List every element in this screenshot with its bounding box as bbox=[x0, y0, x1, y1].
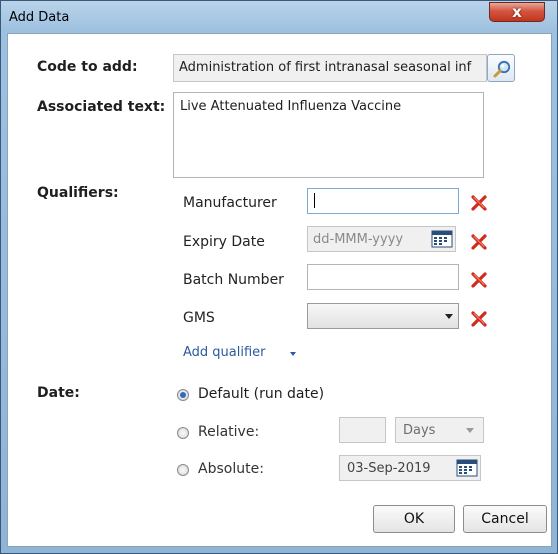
title-bar[interactable]: Add Data x bbox=[1, 1, 557, 33]
magnifier-icon bbox=[493, 60, 511, 78]
code-label: Code to add: bbox=[37, 59, 138, 75]
calendar-icon[interactable] bbox=[431, 229, 453, 249]
absolute-date-value: 03-Sep-2019 bbox=[347, 461, 431, 476]
remove-batch-number-icon[interactable] bbox=[470, 271, 488, 289]
close-icon: x bbox=[512, 3, 522, 21]
close-button[interactable]: x bbox=[489, 2, 545, 22]
expiry-date-placeholder: dd-MMM-yyyy bbox=[313, 232, 404, 247]
code-field[interactable]: Administration of first intranasal seaso… bbox=[173, 54, 487, 82]
manufacturer-input[interactable] bbox=[307, 188, 459, 214]
radio-relative[interactable] bbox=[177, 427, 189, 439]
add-qualifier-link[interactable]: Add qualifier bbox=[183, 345, 266, 360]
window-title: Add Data bbox=[9, 10, 70, 25]
radio-label-default: Default (run date) bbox=[198, 386, 325, 402]
expiry-date-input[interactable]: dd-MMM-yyyy bbox=[307, 226, 456, 252]
chevron-down-icon bbox=[445, 314, 453, 319]
associated-text-label: Associated text: bbox=[37, 99, 166, 115]
qualifier-label-manufacturer: Manufacturer bbox=[183, 195, 277, 211]
text-cursor bbox=[314, 193, 315, 208]
relative-unit-select[interactable]: Days bbox=[395, 417, 484, 443]
add-data-dialog: Add Data x Code to add: Administration o… bbox=[0, 0, 558, 554]
code-value: Administration of first intranasal seaso… bbox=[179, 60, 472, 75]
add-qualifier-chevron-icon[interactable] bbox=[290, 352, 296, 356]
calendar-icon[interactable] bbox=[456, 458, 478, 478]
qualifiers-label: Qualifiers: bbox=[37, 185, 119, 201]
code-lookup-button[interactable] bbox=[487, 54, 515, 82]
qualifier-label-batch-number: Batch Number bbox=[183, 272, 284, 288]
relative-unit-value: Days bbox=[403, 423, 436, 438]
remove-expiry-date-icon[interactable] bbox=[470, 233, 488, 251]
qualifier-label-expiry-date: Expiry Date bbox=[183, 234, 265, 250]
gms-select[interactable] bbox=[307, 303, 459, 329]
associated-text-area[interactable]: Live Attenuated Influenza Vaccine bbox=[173, 92, 484, 178]
radio-label-relative: Relative: bbox=[198, 424, 260, 440]
remove-manufacturer-icon[interactable] bbox=[470, 194, 488, 212]
relative-amount-input[interactable] bbox=[339, 417, 386, 443]
radio-default-run-date[interactable] bbox=[177, 389, 189, 401]
radio-absolute[interactable] bbox=[177, 464, 189, 476]
radio-label-absolute: Absolute: bbox=[198, 461, 264, 477]
chevron-down-icon bbox=[466, 428, 474, 433]
batch-number-input[interactable] bbox=[307, 264, 459, 290]
qualifier-label-gms: GMS bbox=[183, 310, 215, 326]
ok-button[interactable]: OK bbox=[373, 505, 455, 533]
date-label: Date: bbox=[37, 385, 80, 401]
remove-gms-icon[interactable] bbox=[470, 310, 488, 328]
dialog-body: Code to add: Administration of first int… bbox=[7, 33, 552, 547]
absolute-date-input[interactable]: 03-Sep-2019 bbox=[339, 455, 481, 481]
cancel-button[interactable]: Cancel bbox=[463, 505, 547, 533]
associated-text-value: Live Attenuated Influenza Vaccine bbox=[180, 99, 402, 114]
